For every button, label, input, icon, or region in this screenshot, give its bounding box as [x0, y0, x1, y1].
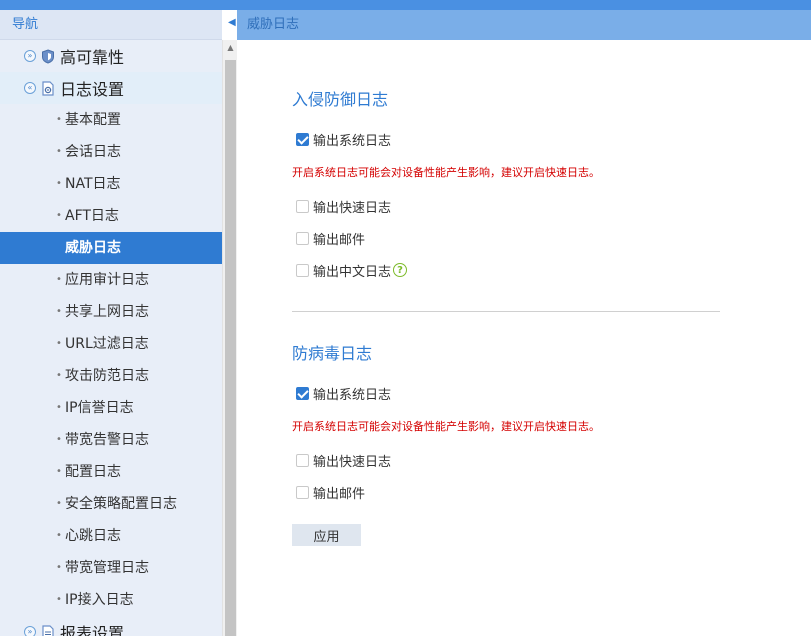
option-label: 输出快速日志 [313, 200, 392, 216]
expand-icon[interactable]: » [24, 50, 36, 62]
av-syslog-warning: 开启系统日志可能会对设备性能产生影响，建议开启快速日志。 [292, 420, 600, 433]
nav-group-label: 报表设置 [60, 624, 125, 636]
option-label: 输出系统日志 [313, 133, 392, 149]
nav-group-high-availability[interactable]: » 高可靠性 [0, 40, 222, 72]
nav-item-aft-log[interactable]: • AFT日志 [0, 200, 222, 232]
section-divider [292, 311, 720, 312]
nav-item-config-log[interactable]: • 配置日志 [0, 456, 222, 488]
nav-item-threat-log[interactable]: •威胁日志 [0, 232, 222, 264]
log-settings-icon [42, 80, 54, 96]
nav-item-bandwidth-mgmt-log[interactable]: • 带宽管理日志 [0, 552, 222, 584]
ips-output-chinese-checkbox[interactable] [296, 263, 309, 277]
shield-icon [42, 48, 54, 64]
nav-item-ip-access-log[interactable]: • IP接入日志 [0, 584, 222, 616]
option-label: 输出系统日志 [313, 387, 392, 403]
option-label: 输出中文日志 [313, 264, 392, 280]
nav-item-bandwidth-alarm-log[interactable]: • 带宽告警日志 [0, 424, 222, 456]
scroll-thumb[interactable] [225, 60, 236, 636]
av-output-syslog-option[interactable]: 输出系统日志 [296, 385, 392, 403]
help-icon[interactable]: ? [393, 263, 408, 277]
expand-icon[interactable]: » [24, 626, 36, 636]
collapse-icon[interactable]: « [24, 82, 36, 94]
av-output-syslog-checkbox[interactable] [296, 386, 309, 400]
nav-group-report-settings[interactable]: » 报表设置 [0, 616, 222, 636]
nav-item-basic-config[interactable]: • 基本配置 [0, 104, 222, 136]
av-output-fastlog-option[interactable]: 输出快速日志 [296, 452, 392, 470]
option-label: 输出邮件 [313, 486, 366, 502]
scroll-up-icon[interactable]: ▲ [223, 40, 238, 56]
nav-group-label: 高可靠性 [60, 48, 125, 67]
ips-output-syslog-checkbox[interactable] [296, 132, 309, 146]
ips-output-fastlog-option[interactable]: 输出快速日志 [296, 198, 392, 216]
ips-syslog-warning: 开启系统日志可能会对设备性能产生影响，建议开启快速日志。 [292, 166, 600, 179]
ips-output-syslog-option[interactable]: 输出系统日志 [296, 131, 392, 149]
report-icon [42, 624, 54, 636]
nav-item-session-log[interactable]: • 会话日志 [0, 136, 222, 168]
nav-group-log-settings[interactable]: « 日志设置 [0, 72, 222, 104]
nav-item-heartbeat-log[interactable]: • 心跳日志 [0, 520, 222, 552]
top-bar [0, 0, 811, 10]
nav-item-nat-log[interactable]: • NAT日志 [0, 168, 222, 200]
sidebar-nav: 导航 » 高可靠性 « 日志设置 • 基本配置 • 会话日志 • NAT日志 • AFT… [0, 10, 222, 636]
nav-item-app-audit-log[interactable]: • 应用审计日志 [0, 264, 222, 296]
nav-header: 导航 [0, 10, 222, 40]
option-label: 输出快速日志 [313, 454, 392, 470]
sidebar-scrollbar[interactable]: ▲ [222, 40, 237, 636]
av-output-mail-option[interactable]: 输出邮件 [296, 484, 366, 502]
ips-output-chinese-option[interactable]: 输出中文日志 ? [296, 262, 408, 280]
nav-item-url-filter-log[interactable]: • URL过滤日志 [0, 328, 222, 360]
content-header: 威胁日志 [237, 10, 811, 40]
main-panel: 入侵防御日志 输出系统日志 开启系统日志可能会对设备性能产生影响，建议开启快速日… [237, 40, 811, 636]
nav-item-attack-defense-log[interactable]: • 攻击防范日志 [0, 360, 222, 392]
ips-output-mail-option[interactable]: 输出邮件 [296, 230, 366, 248]
nav-item-shared-access-log[interactable]: • 共享上网日志 [0, 296, 222, 328]
ips-output-fastlog-checkbox[interactable] [296, 199, 309, 213]
ips-output-mail-checkbox[interactable] [296, 231, 309, 245]
nav-group-label: 日志设置 [60, 80, 125, 99]
apply-button[interactable]: 应用 [292, 524, 361, 546]
nav-item-security-policy-config-log[interactable]: • 安全策略配置日志 [0, 488, 222, 520]
av-output-mail-checkbox[interactable] [296, 485, 309, 499]
option-label: 输出邮件 [313, 232, 366, 248]
av-output-fastlog-checkbox[interactable] [296, 453, 309, 467]
av-section-title: 防病毒日志 [292, 344, 373, 363]
ips-section-title: 入侵防御日志 [292, 90, 389, 109]
nav-item-ip-reputation-log[interactable]: • IP信誉日志 [0, 392, 222, 424]
